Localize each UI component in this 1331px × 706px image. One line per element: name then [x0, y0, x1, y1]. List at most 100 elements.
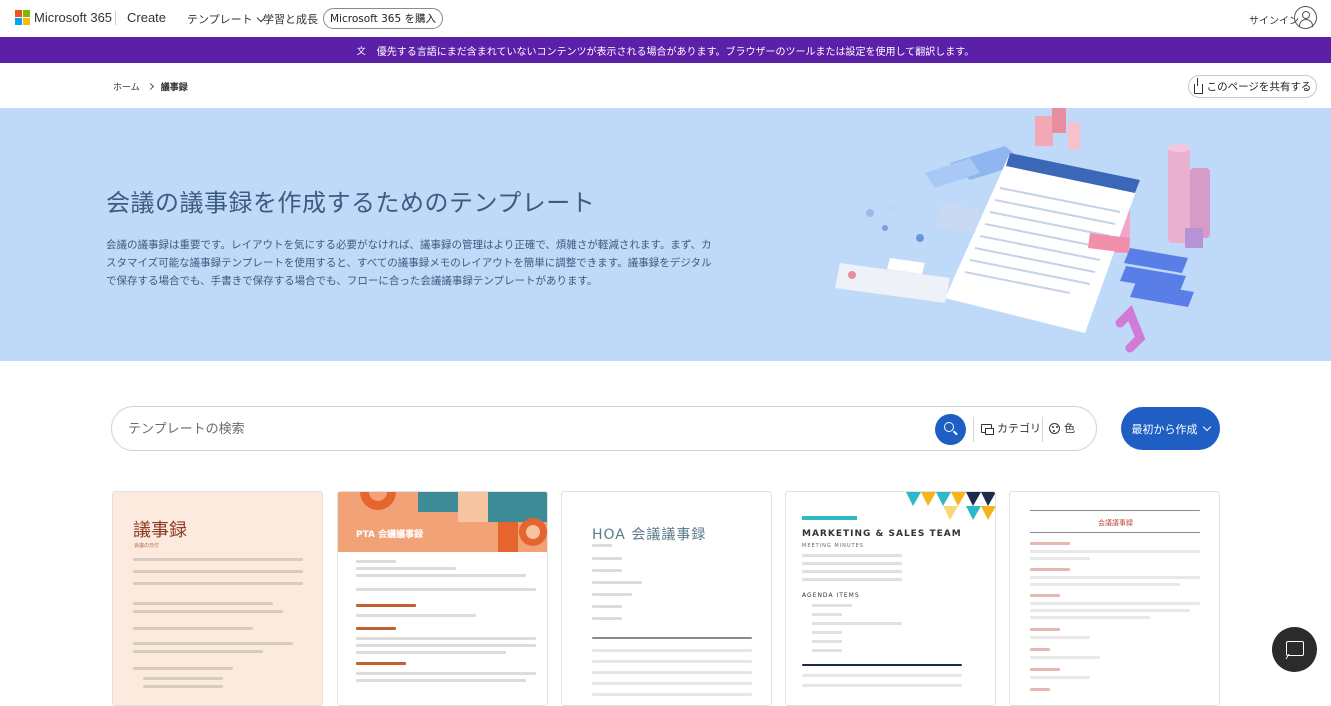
- color-label: 色: [1064, 422, 1075, 435]
- chevron-right-icon: [146, 82, 154, 91]
- card-text-line: [356, 604, 416, 607]
- buy-microsoft365-button[interactable]: Microsoft 365 を購入: [323, 8, 443, 29]
- card-text-line: [133, 642, 293, 645]
- card-text-line: [1030, 648, 1050, 651]
- card-section-heading: AGENDA ITEMS: [802, 592, 860, 599]
- template-card[interactable]: HOA 会議議事録: [561, 491, 772, 706]
- breadcrumb-home[interactable]: ホーム: [113, 80, 140, 93]
- breadcrumb-current: 議事録: [160, 83, 188, 93]
- card-text-line: [1030, 557, 1090, 560]
- card-text-line: [1030, 616, 1150, 619]
- card-text-line: [812, 613, 842, 616]
- translate-icon: [357, 44, 369, 57]
- create-link[interactable]: Create: [127, 10, 166, 25]
- hero-section: 会議の議事録を作成するためのテンプレート 会議の議事録は重要です。レイアウトを気…: [0, 108, 1331, 361]
- card-text-line: [133, 650, 263, 653]
- card-text-line: [592, 557, 622, 560]
- card-text-line: [356, 588, 536, 591]
- card-text-line: [1030, 688, 1050, 691]
- card-text-line: [1030, 550, 1200, 553]
- card-text-line: [1030, 656, 1100, 659]
- card-triangle-decoration: [802, 492, 995, 520]
- card-text-line: [143, 677, 223, 680]
- card-text-line: [356, 672, 536, 675]
- share-label: このページを共有する: [1206, 81, 1312, 93]
- hero-illustration: [835, 108, 1210, 353]
- breadcrumb: ホーム 議事録: [113, 80, 188, 93]
- card-subtitle: MEETING MINUTES: [802, 543, 864, 549]
- microsoft-logo-icon[interactable]: [15, 10, 30, 25]
- card-text-line: [1030, 576, 1200, 579]
- card-text-line: [356, 574, 526, 577]
- signin-link[interactable]: サインイン: [1249, 12, 1299, 27]
- nav-divider: [115, 11, 116, 25]
- card-text-line: [133, 558, 303, 561]
- table-rule: [592, 637, 752, 639]
- card-text-line: [133, 627, 253, 630]
- card-text-line: [1030, 609, 1190, 612]
- card-rule: [1030, 532, 1200, 533]
- card-text-line: [1030, 668, 1060, 671]
- card-text-line: [812, 640, 842, 643]
- template-card[interactable]: 議事録 会議の日付: [112, 491, 323, 706]
- card-text-line: [356, 614, 476, 617]
- card-pattern: [338, 492, 547, 552]
- color-filter-button[interactable]: 色: [1049, 420, 1075, 436]
- category-icon: [981, 423, 994, 435]
- nav-learn-link[interactable]: 学習と成長: [263, 11, 318, 27]
- nav-templates-label: テンプレート: [187, 13, 253, 26]
- search-icon[interactable]: [935, 414, 966, 445]
- card-text-line: [592, 605, 622, 608]
- category-label: カテゴリ: [997, 422, 1041, 435]
- table-row: [802, 684, 962, 687]
- card-text-line: [356, 679, 526, 682]
- card-text-line: [133, 602, 273, 605]
- card-title: 会議議事録: [1098, 519, 1133, 527]
- language-banner: 優先する言語にまだ含まれていないコンテンツが表示される場合があります。ブラウザー…: [0, 37, 1331, 63]
- card-text-line: [1030, 636, 1090, 639]
- search-divider: [1042, 417, 1043, 442]
- template-card[interactable]: PTA 会議議事録: [337, 491, 548, 706]
- table-row: [592, 693, 752, 696]
- category-filter-button[interactable]: カテゴリ: [981, 420, 1041, 436]
- card-text-line: [133, 610, 283, 613]
- card-text-line: [356, 637, 536, 640]
- card-text-line: [133, 570, 303, 573]
- card-rule: [1030, 510, 1200, 511]
- card-text-line: [356, 662, 406, 665]
- card-text-line: [1030, 568, 1070, 571]
- chevron-down-icon: [1202, 422, 1211, 431]
- card-text-line: [133, 582, 303, 585]
- card-text-line: [592, 581, 642, 584]
- template-card[interactable]: MARKETING & SALES TEAM MEETING MINUTES A…: [785, 491, 996, 706]
- feedback-chat-icon[interactable]: [1272, 627, 1317, 672]
- card-text-line: [812, 649, 842, 652]
- table-row: [802, 674, 962, 677]
- create-from-scratch-button[interactable]: 最初から作成: [1121, 407, 1220, 450]
- card-text-line: [143, 685, 223, 688]
- card-title: MARKETING & SALES TEAM: [802, 529, 962, 539]
- card-header-decoration: [338, 492, 547, 552]
- page-title: 会議の議事録を作成するためのテンプレート: [106, 189, 596, 217]
- top-nav: Microsoft 365 Create テンプレート 学習と成長 Micros…: [0, 0, 1331, 37]
- template-search-bar: カテゴリ 色: [111, 406, 1097, 451]
- share-icon: [1193, 77, 1203, 94]
- card-text-line: [812, 631, 842, 634]
- card-text-line: [812, 604, 852, 607]
- table-rule: [802, 664, 962, 666]
- hero-description: 会議の議事録は重要です。レイアウトを気にする必要がなければ、議事録の管理はより正…: [106, 239, 712, 287]
- search-divider: [973, 417, 974, 442]
- card-title: HOA 会議議事録: [592, 527, 707, 543]
- table-row: [592, 671, 752, 674]
- table-row: [592, 660, 752, 663]
- card-text-line: [592, 544, 612, 547]
- brand-link[interactable]: Microsoft 365: [34, 10, 112, 25]
- card-text-line: [592, 617, 622, 620]
- template-card[interactable]: 会議議事録: [1009, 491, 1220, 706]
- user-avatar-icon[interactable]: [1294, 6, 1317, 29]
- search-input[interactable]: [128, 419, 908, 439]
- share-page-button[interactable]: このページを共有する: [1188, 75, 1317, 98]
- nav-templates-menu[interactable]: テンプレート: [187, 11, 265, 27]
- card-text-line: [1030, 676, 1090, 679]
- card-text-line: [1030, 594, 1060, 597]
